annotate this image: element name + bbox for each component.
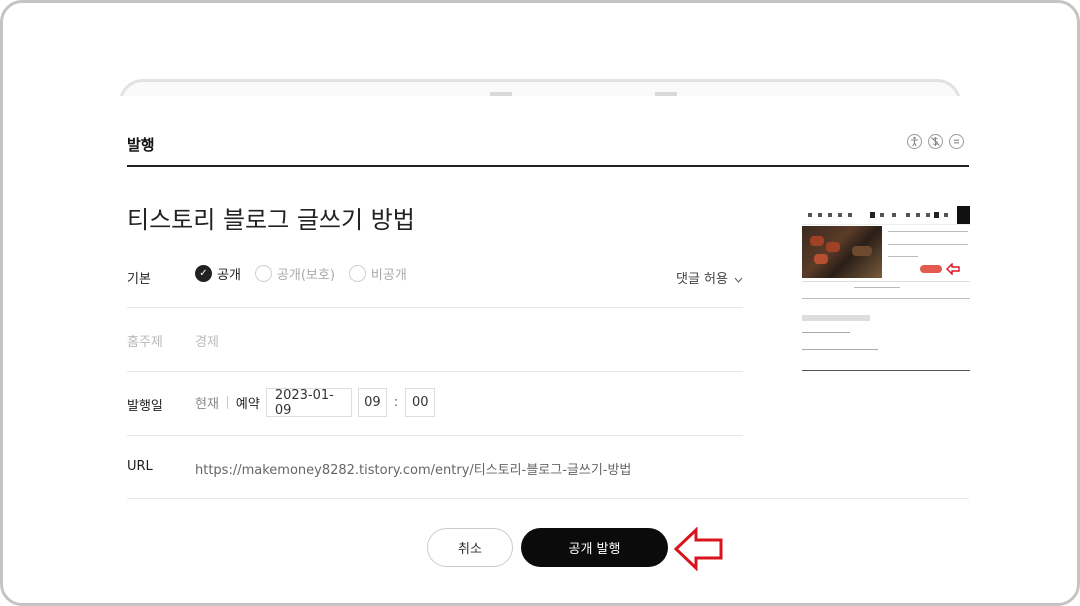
menu-circle-icon[interactable]	[949, 134, 964, 149]
radio-protected[interactable]: 공개(보호)	[254, 264, 335, 283]
post-title: 티스토리 블로그 글쓰기 방법	[127, 206, 415, 234]
minute-input[interactable]: 00	[405, 388, 436, 417]
url-label: URL	[127, 459, 153, 474]
publish-modal: 발행 티스토리 블로그 글쓰기 방법 기본 ✓ 공개 공개(보호) 비공개 댓글…	[9, 96, 1075, 603]
visibility-radio-group: ✓ 공개 공개(보호) 비공개	[195, 264, 421, 283]
divider	[226, 396, 228, 409]
category-label: 홈주제	[127, 335, 163, 350]
row-divider	[127, 307, 743, 308]
title-divider	[127, 165, 969, 167]
visibility-label: 기본	[127, 272, 151, 287]
chevron-down-icon	[734, 277, 743, 283]
accessibility-icon[interactable]	[907, 134, 922, 149]
hour-input[interactable]: 09	[357, 388, 387, 417]
radio-public[interactable]: ✓ 공개	[195, 264, 241, 283]
publish-now-option[interactable]: 현재	[195, 393, 219, 412]
row-divider	[127, 371, 743, 372]
publish-reserve-option[interactable]: 예약	[236, 393, 260, 412]
post-preview-thumbnail	[802, 204, 970, 372]
date-input[interactable]: 2023-01-09	[265, 388, 352, 418]
screenshot-frame: 발행 티스토리 블로그 글쓰기 방법 기본 ✓ 공개 공개(보호) 비공개 댓글…	[0, 0, 1080, 606]
cancel-button[interactable]: 취소	[427, 528, 513, 567]
preview-button	[920, 265, 942, 273]
url-input[interactable]: https://makemoney8282.tistory.com/entry/…	[195, 459, 631, 478]
radio-circle-icon	[348, 265, 366, 282]
row-divider	[127, 498, 969, 499]
no-dollar-icon[interactable]	[928, 134, 943, 149]
row-divider	[127, 435, 743, 436]
check-icon: ✓	[195, 265, 212, 282]
comment-option-label: 댓글 허용	[676, 272, 728, 287]
publish-date-label: 발행일	[127, 399, 163, 414]
radio-private[interactable]: 비공개	[348, 264, 407, 283]
radio-circle-icon	[254, 265, 272, 282]
left-arrow-icon	[673, 526, 723, 572]
preview-toolbar	[802, 206, 970, 225]
time-separator: :	[393, 395, 399, 410]
preview-photo	[802, 226, 882, 278]
modal-top-icons	[907, 134, 964, 149]
preview-highlight	[802, 315, 870, 321]
publish-date-controls: 현재 예약 2023-01-09 09 : 00	[195, 388, 436, 418]
category-select[interactable]: 경제	[195, 331, 219, 350]
publish-button[interactable]: 공개 발행	[521, 528, 668, 567]
modal-title: 발행	[127, 136, 155, 154]
comment-option-dropdown[interactable]: 댓글 허용	[676, 268, 743, 287]
